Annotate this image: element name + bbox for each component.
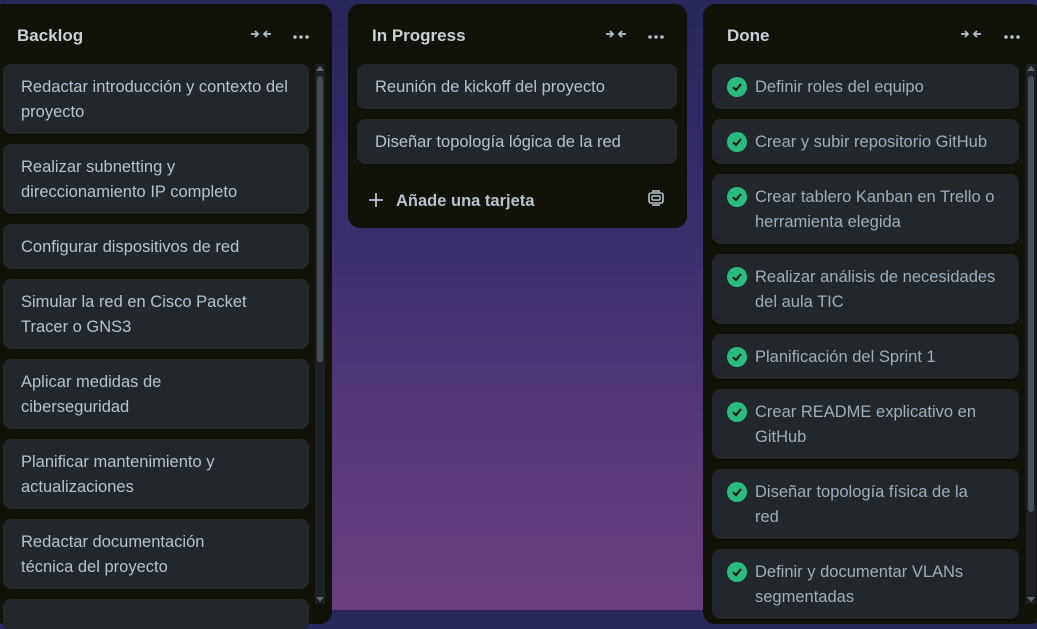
list-header: In Progress — [348, 4, 687, 66]
scroll-up-arrow[interactable] — [316, 66, 324, 71]
card-template-icon — [647, 190, 665, 211]
card[interactable]: Reunión de kickoff del proyecto — [357, 64, 677, 109]
scroll-up-arrow[interactable] — [1027, 66, 1035, 71]
card-title: Definir y documentar VLANs segmentadas — [755, 563, 964, 606]
collapse-list-button[interactable] — [249, 26, 273, 46]
scrollbar[interactable] — [1026, 64, 1036, 604]
card[interactable]: Crear tablero Kanban en Trello o herrami… — [712, 174, 1019, 244]
card[interactable]: Redactar introducción y contexto del pro… — [3, 64, 309, 134]
card[interactable]: Aplicar medidas de ciberseguridad — [3, 359, 309, 429]
more-options-icon — [1003, 27, 1021, 45]
scrollbar-thumb[interactable] — [317, 76, 323, 362]
card[interactable]: Simular la red en Cisco Packet Tracer o … — [3, 279, 309, 349]
list-title[interactable]: Backlog — [17, 26, 83, 46]
card[interactable]: Realizar subnetting y direccionamiento I… — [3, 144, 309, 214]
card-title: Diseñar topología lógica de la red — [375, 133, 621, 151]
card-title: Simular la red en Cisco Packet Tracer o … — [21, 293, 247, 336]
collapse-list-button[interactable] — [959, 26, 983, 46]
card-title: Realizar subnetting y direccionamiento I… — [21, 158, 238, 201]
check-circle-icon — [727, 132, 747, 152]
card-title: Redactar documentación técnica del proye… — [21, 533, 205, 576]
card[interactable]: Diseñar topología física de la red — [712, 469, 1019, 539]
scroll-down-arrow[interactable] — [1027, 597, 1035, 602]
list-done: Done Definir roles del equipo Crear y su… — [703, 4, 1037, 624]
card-title: Definir roles del equipo — [755, 78, 924, 96]
list-options-button[interactable] — [1000, 26, 1024, 46]
add-card-button[interactable]: Añade una tarjeta — [368, 187, 534, 215]
card-title: Configurar dispositivos de red — [21, 238, 240, 256]
list-title[interactable]: Done — [727, 26, 770, 46]
card-title: Aplicar medidas de ciberseguridad — [21, 373, 162, 416]
card[interactable]: Crear README explicativo en GitHub — [712, 389, 1019, 459]
check-circle-icon — [727, 77, 747, 97]
collapse-arrows-icon — [250, 27, 272, 45]
list-header: Done — [703, 4, 1037, 66]
card-title: Reunión de kickoff del proyecto — [375, 78, 605, 96]
check-circle-icon — [727, 562, 747, 582]
card-title: Diseñar topología física de la red — [755, 483, 968, 526]
list-options-button[interactable] — [289, 26, 313, 46]
check-circle-icon — [727, 187, 747, 207]
add-card-label: Añade una tarjeta — [396, 191, 535, 210]
check-circle-icon — [727, 347, 747, 367]
card-title: Crear README explicativo en GitHub — [755, 403, 976, 446]
card-title: Realizar análisis de necesidades del aul… — [755, 268, 996, 311]
scrollbar[interactable] — [315, 64, 325, 604]
card[interactable]: Definir roles del equipo — [712, 64, 1019, 109]
collapse-arrows-icon — [605, 27, 627, 45]
card-title: Crear tablero Kanban en Trello o herrami… — [755, 188, 995, 231]
card-title: Planificación del Sprint 1 — [755, 348, 936, 366]
list-in-progress: In Progress Reunión de kickoff del proye… — [348, 4, 687, 228]
card-title: Planificar mantenimiento y actualizacion… — [21, 453, 215, 496]
card[interactable]: Planificar mantenimiento y actualizacion… — [3, 439, 309, 509]
card[interactable]: Crear y subir repositorio GitHub — [712, 119, 1019, 164]
card[interactable] — [3, 599, 309, 629]
card[interactable]: Realizar análisis de necesidades del aul… — [712, 254, 1019, 324]
check-circle-icon — [727, 402, 747, 422]
list-header: Backlog — [0, 4, 332, 66]
check-circle-icon — [727, 267, 747, 287]
card-title: Redactar introducción y contexto del pro… — [21, 78, 288, 121]
collapse-list-button[interactable] — [604, 26, 628, 46]
list-options-button[interactable] — [644, 26, 668, 46]
plus-icon — [368, 191, 384, 211]
more-options-icon — [292, 27, 310, 45]
create-from-template-button[interactable] — [647, 189, 667, 209]
card[interactable]: Configurar dispositivos de red — [3, 224, 309, 269]
scrollbar-thumb[interactable] — [1028, 76, 1034, 512]
list-backlog: Backlog Redactar introducción y contexto… — [0, 4, 332, 629]
more-options-icon — [647, 27, 665, 45]
card[interactable]: Redactar documentación técnica del proye… — [3, 519, 309, 589]
card[interactable]: Diseñar topología lógica de la red — [357, 119, 677, 164]
card[interactable]: Planificación del Sprint 1 — [712, 334, 1019, 379]
card[interactable]: Definir y documentar VLANs segmentadas — [712, 549, 1019, 619]
scroll-down-arrow[interactable] — [316, 597, 324, 602]
card-title: Crear y subir repositorio GitHub — [755, 133, 987, 151]
list-title[interactable]: In Progress — [372, 26, 466, 46]
collapse-arrows-icon — [960, 27, 982, 45]
check-circle-icon — [727, 482, 747, 502]
